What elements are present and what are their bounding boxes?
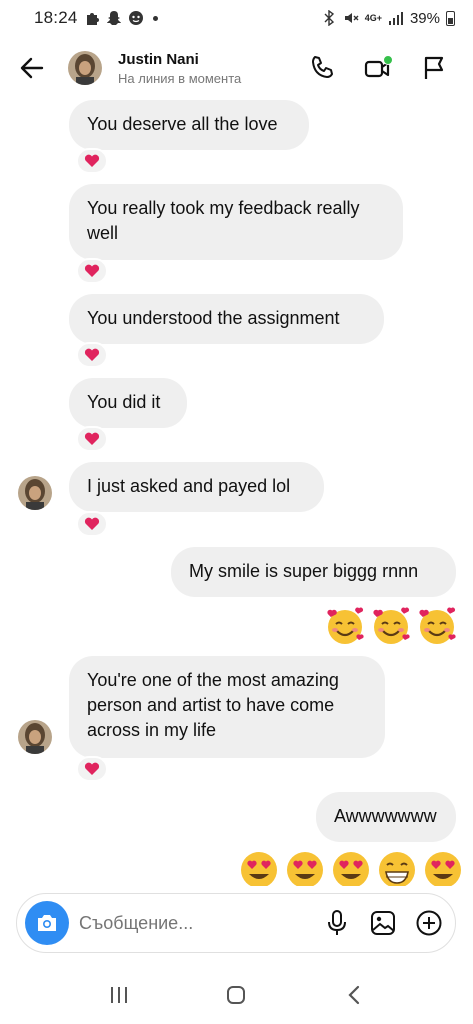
flag-icon bbox=[424, 56, 444, 79]
message-text: You deserve all the love bbox=[87, 114, 278, 134]
message-text: I just asked and payed lol bbox=[87, 476, 291, 496]
recents-icon bbox=[110, 987, 127, 1003]
home-icon bbox=[227, 986, 246, 1004]
camera-button[interactable] bbox=[25, 901, 69, 945]
message-text: You're one of the most amazing person an… bbox=[87, 670, 339, 740]
heart-reaction[interactable] bbox=[76, 511, 108, 537]
message-text: You did it bbox=[87, 392, 161, 412]
status-bar: 18:24 4G+ 39% bbox=[0, 0, 473, 36]
message-bubble[interactable]: You're one of the most amazing person an… bbox=[69, 656, 385, 758]
message-text: You understood the assignment bbox=[87, 308, 340, 328]
message-input[interactable] bbox=[79, 912, 279, 934]
add-button[interactable] bbox=[413, 907, 445, 939]
heart-icon bbox=[84, 432, 100, 445]
message-composer bbox=[16, 893, 456, 953]
heart-eyes-emoji bbox=[333, 852, 369, 886]
heart-icon bbox=[84, 517, 100, 530]
heart-reaction[interactable] bbox=[76, 756, 108, 782]
image-icon bbox=[371, 911, 395, 935]
battery-percent: 39% bbox=[409, 9, 440, 27]
more-notifications-dot bbox=[152, 15, 158, 21]
phone-icon bbox=[312, 56, 333, 78]
chat-header: Justin Nani На линия в момента bbox=[0, 36, 473, 100]
audio-call-button[interactable] bbox=[305, 51, 339, 85]
message-text: You really took my feedback really well bbox=[87, 198, 360, 243]
microphone-icon bbox=[328, 910, 346, 935]
home-button[interactable] bbox=[216, 975, 256, 1015]
contact-avatar[interactable] bbox=[68, 51, 102, 85]
emoji-message-outgoing[interactable] bbox=[323, 604, 459, 648]
sender-avatar[interactable] bbox=[18, 476, 52, 510]
message-bubble[interactable]: I just asked and payed lol bbox=[69, 462, 324, 512]
heart-reaction[interactable] bbox=[76, 258, 108, 284]
signal-icon bbox=[388, 12, 403, 25]
camera-icon bbox=[38, 915, 56, 931]
heart-eyes-emoji bbox=[287, 852, 323, 886]
system-nav-bar bbox=[0, 966, 473, 1024]
sender-avatar[interactable] bbox=[18, 720, 52, 754]
message-bubble[interactable]: You deserve all the love bbox=[69, 100, 309, 150]
heart-reaction[interactable] bbox=[76, 426, 108, 452]
mute-icon bbox=[344, 13, 359, 23]
message-text: My smile is super biggg rnnn bbox=[189, 561, 419, 581]
plus-circle-icon bbox=[416, 910, 442, 936]
message-bubble[interactable]: You did it bbox=[69, 378, 187, 428]
contact-info[interactable]: Justin Nani На линия в момента bbox=[118, 51, 241, 86]
heart-icon bbox=[84, 762, 100, 775]
heart-reaction[interactable] bbox=[76, 342, 108, 368]
battery-icon bbox=[446, 10, 455, 26]
voice-message-button[interactable] bbox=[321, 907, 353, 939]
snapchat-notification-icon bbox=[106, 11, 121, 25]
recent-apps-button[interactable] bbox=[99, 975, 139, 1015]
message-text: Awwwwwww bbox=[334, 806, 437, 826]
network-type: 4G+ bbox=[364, 13, 382, 23]
smiling-face-with-hearts-emoji bbox=[373, 607, 410, 644]
emoji-message-outgoing[interactable] bbox=[237, 848, 465, 886]
back-button[interactable] bbox=[0, 36, 64, 100]
message-bubble[interactable]: You really took my feedback really well bbox=[69, 184, 403, 260]
heart-eyes-emoji bbox=[425, 852, 461, 886]
chevron-left-icon bbox=[348, 985, 360, 1005]
bluetooth-icon bbox=[324, 10, 334, 26]
smiling-face-with-hearts-emoji bbox=[327, 607, 364, 644]
report-button[interactable] bbox=[417, 51, 451, 85]
heart-icon bbox=[84, 264, 100, 277]
contact-status: На линия в момента bbox=[118, 70, 242, 86]
message-bubble[interactable]: You understood the assignment bbox=[69, 294, 384, 344]
face-notification-icon bbox=[128, 11, 143, 25]
contact-name: Justin Nani bbox=[118, 50, 199, 68]
system-back-button[interactable] bbox=[334, 975, 374, 1015]
heart-reaction[interactable] bbox=[76, 148, 108, 174]
puzzle-notification-icon bbox=[86, 13, 99, 25]
video-call-button[interactable] bbox=[361, 51, 395, 85]
message-bubble-outgoing[interactable]: My smile is super biggg rnnn bbox=[171, 547, 456, 597]
message-bubble-outgoing[interactable]: Awwwwwww bbox=[316, 792, 456, 842]
active-indicator bbox=[383, 55, 393, 65]
heart-icon bbox=[84, 154, 100, 167]
status-time: 18:24 bbox=[34, 8, 78, 27]
back-arrow-icon bbox=[20, 57, 44, 79]
smiling-face-with-hearts-emoji bbox=[419, 607, 456, 644]
gallery-button[interactable] bbox=[367, 907, 399, 939]
message-thread[interactable]: You deserve all the love You really took… bbox=[0, 100, 473, 886]
heart-icon bbox=[84, 348, 100, 361]
grinning-face-emoji bbox=[379, 852, 415, 886]
heart-eyes-emoji bbox=[241, 852, 277, 886]
